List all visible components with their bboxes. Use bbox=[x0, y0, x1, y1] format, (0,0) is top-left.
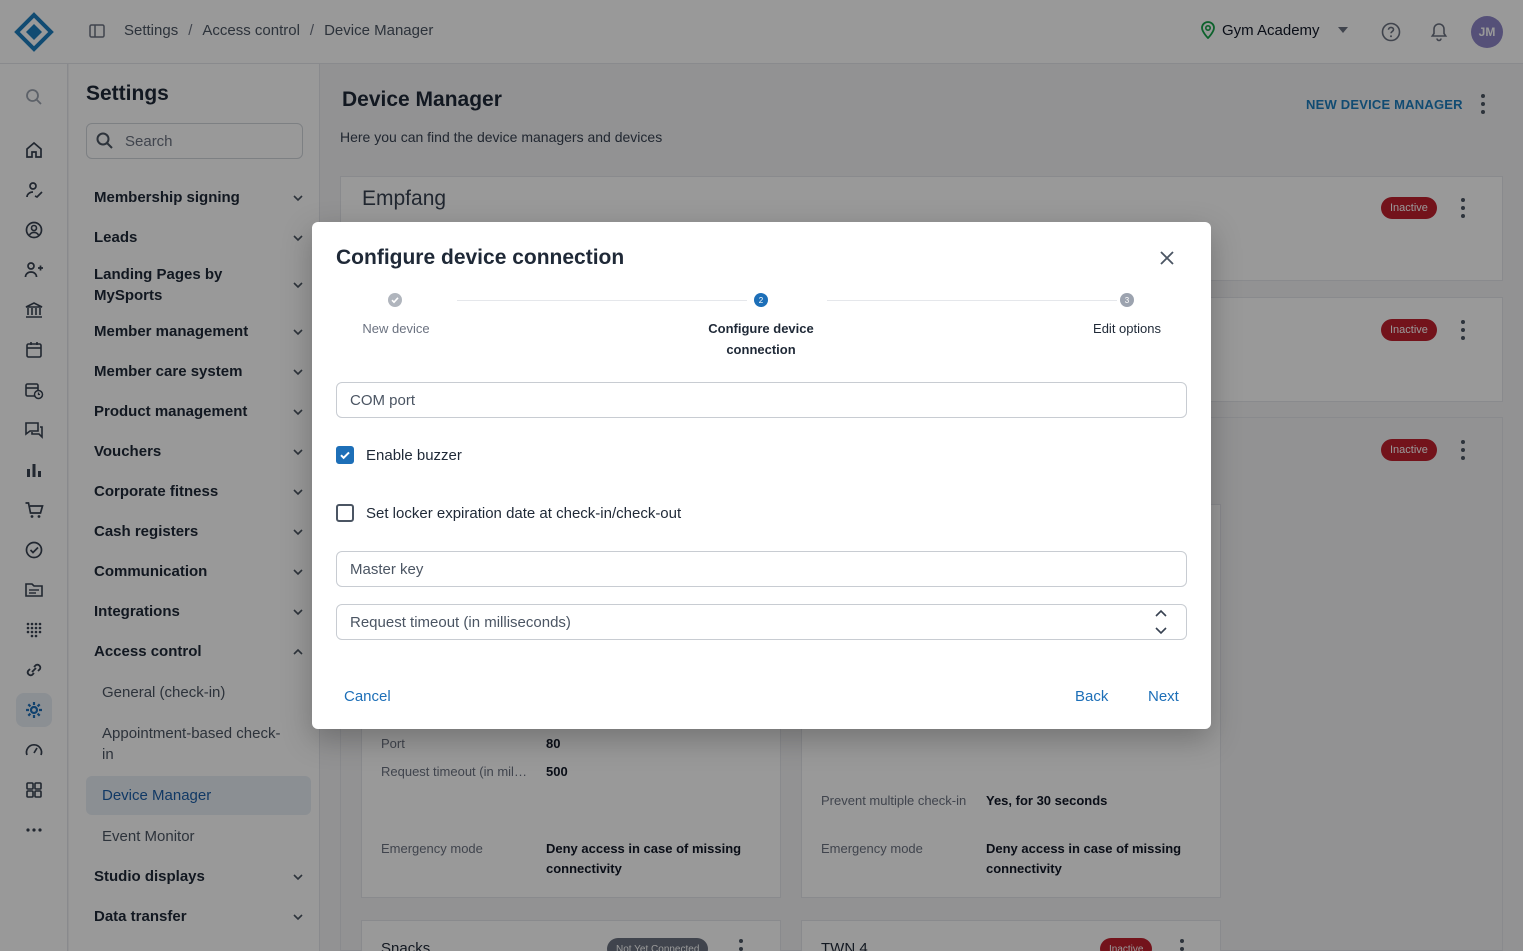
master-key-input[interactable] bbox=[350, 560, 1110, 578]
step-3-indicator: 3 bbox=[1120, 293, 1134, 307]
step-2-indicator: 2 bbox=[754, 293, 768, 307]
dialog-title: Configure device connection bbox=[336, 246, 625, 269]
configure-connection-dialog: Configure device connection New device 2… bbox=[312, 222, 1211, 729]
request-timeout-field[interactable] bbox=[336, 604, 1187, 640]
step-1-check-icon bbox=[388, 293, 402, 307]
step-2-label: Configure device connection bbox=[708, 321, 814, 357]
step-1-label: New device bbox=[362, 321, 430, 336]
close-icon[interactable] bbox=[1158, 249, 1176, 267]
com-port-input[interactable] bbox=[350, 391, 1110, 409]
number-stepper-icon[interactable] bbox=[1154, 607, 1168, 637]
enable-buzzer-label: Enable buzzer bbox=[366, 446, 462, 464]
stepper-connector bbox=[457, 300, 747, 301]
checkbox-unchecked-icon[interactable] bbox=[336, 504, 354, 522]
enable-buzzer-checkbox[interactable]: Enable buzzer bbox=[336, 446, 462, 464]
stepper-connector bbox=[827, 300, 1117, 301]
step-3-label: Edit options bbox=[1093, 321, 1161, 336]
com-port-field[interactable] bbox=[336, 382, 1187, 418]
locker-expiration-label: Set locker expiration date at check-in/c… bbox=[366, 504, 682, 522]
back-button[interactable]: Back bbox=[1075, 688, 1108, 705]
locker-expiration-checkbox[interactable]: Set locker expiration date at check-in/c… bbox=[336, 504, 681, 522]
request-timeout-input[interactable] bbox=[350, 613, 1110, 631]
next-button[interactable]: Next bbox=[1148, 688, 1179, 705]
checkbox-checked-icon[interactable] bbox=[336, 446, 354, 464]
cancel-button[interactable]: Cancel bbox=[344, 688, 391, 705]
master-key-field[interactable] bbox=[336, 551, 1187, 587]
